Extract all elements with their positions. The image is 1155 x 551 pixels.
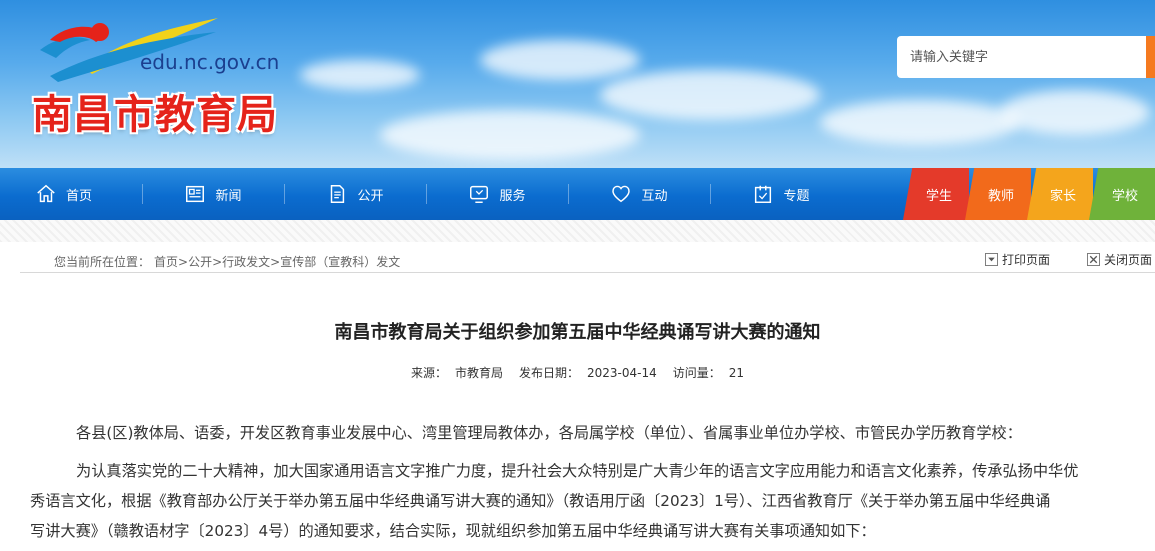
nav-label: 首页 <box>66 188 93 204</box>
nav-item-service[interactable]: 服务 <box>426 168 568 220</box>
tab-teacher[interactable]: 教师 <box>965 168 1031 220</box>
cloud-decoration <box>480 40 640 80</box>
search-box <box>897 36 1155 78</box>
nav-item-open[interactable]: 公开 <box>284 168 426 220</box>
paragraph-line: 写讲大赛》（赣教语材字〔2023〕4号）的通知要求，结合实际，现就组织参加第五届… <box>30 522 876 540</box>
breadcrumb-item-publicity[interactable]: 宣传部（宣教科）发文 <box>280 255 400 269</box>
breadcrumb-label: 您当前所在位置： <box>54 255 151 269</box>
close-page-label: 关闭页面 <box>1104 253 1153 267</box>
meta-views: 访问量： 21 <box>672 366 745 380</box>
article-title: 南昌市教育局关于组织参加第五届中华经典诵写讲大赛的通知 <box>334 322 821 343</box>
news-icon <box>186 185 205 203</box>
article-paragraph-salutation: 各县(区)教体局、语委，开发区教育事业发展中心、湾里管理局教体办，各局属学校（单… <box>76 424 1022 442</box>
topic-icon <box>755 185 772 203</box>
heart-chat-icon <box>612 185 631 203</box>
site-title: 南昌市教育局 <box>32 92 278 138</box>
tab-student[interactable]: 学生 <box>903 168 969 220</box>
nav-item-topic[interactable]: 专题 <box>710 168 852 220</box>
meta-date: 发布日期： 2023-04-14 <box>518 366 657 380</box>
breadcrumb-item-home[interactable]: 首页 <box>154 255 178 269</box>
nav-label: 服务 <box>499 188 526 204</box>
search-button[interactable] <box>1146 36 1155 78</box>
cloud-decoration <box>820 100 1020 145</box>
service-icon <box>470 185 489 203</box>
breadcrumb-item-open[interactable]: 公开 <box>188 255 212 269</box>
paragraph-line: 为认真落实党的二十大精神，加大国家通用语言文字推广力度，提升社会大众特别是广大青… <box>76 462 1079 480</box>
close-page-button[interactable]: 关闭页面 <box>1087 251 1152 268</box>
nav-label: 公开 <box>357 188 384 204</box>
close-icon <box>1087 253 1100 266</box>
nav-label: 新闻 <box>215 188 242 204</box>
print-page-button[interactable]: 打印页面 <box>985 251 1050 268</box>
decorative-band <box>0 220 1155 242</box>
main-nav: 首页 新闻 公开 服务 互动 专题 学生 教师 家长 学校 <box>0 168 1155 220</box>
breadcrumb-separator: > <box>270 255 281 269</box>
article-meta: 来源： 市教育局 发布日期： 2023-04-14 访问量： 21 <box>0 364 1155 381</box>
search-input[interactable] <box>897 37 1137 77</box>
nav-item-news[interactable]: 新闻 <box>142 168 284 220</box>
meta-source: 来源： 市教育局 <box>410 366 503 380</box>
paragraph-line: 秀语言文化，根据《教育部办公厅关于举办第五届中华经典诵写讲大赛的通知》（教语用厅… <box>30 492 1051 510</box>
home-icon <box>37 184 55 203</box>
print-page-label: 打印页面 <box>1002 253 1051 267</box>
print-icon <box>985 253 998 266</box>
nav-label: 专题 <box>783 188 810 204</box>
site-domain: edu.nc.gov.cn <box>140 50 280 74</box>
nav-item-interact[interactable]: 互动 <box>568 168 710 220</box>
nav-label: 互动 <box>641 188 668 204</box>
user-tabs: 学生 教师 家长 学校 <box>903 168 1155 220</box>
tab-school[interactable]: 学校 <box>1089 168 1155 220</box>
cloud-decoration <box>300 60 420 90</box>
breadcrumb-path: 首页>公开>行政发文>宣传部（宣教科）发文 <box>154 253 400 270</box>
cloud-decoration <box>1000 90 1150 135</box>
breadcrumb-separator: > <box>212 255 223 269</box>
tab-parent[interactable]: 家长 <box>1027 168 1093 220</box>
cloud-decoration <box>380 110 640 160</box>
breadcrumb: 您当前所在位置： 首页>公开>行政发文>宣传部（宣教科）发文 打印页面 关闭页面 <box>20 246 1155 273</box>
breadcrumb-item-admin-docs[interactable]: 行政发文 <box>222 255 270 269</box>
cloud-decoration <box>600 70 820 120</box>
site-header: edu.nc.gov.cn 南昌市教育局 <box>0 0 1155 168</box>
document-icon <box>331 185 345 203</box>
article-paragraph-body: 为认真落实党的二十大精神，加大国家通用语言文字推广力度，提升社会大众特别是广大青… <box>30 456 1136 546</box>
breadcrumb-separator: > <box>178 255 189 269</box>
nav-item-home[interactable]: 首页 <box>0 168 142 220</box>
